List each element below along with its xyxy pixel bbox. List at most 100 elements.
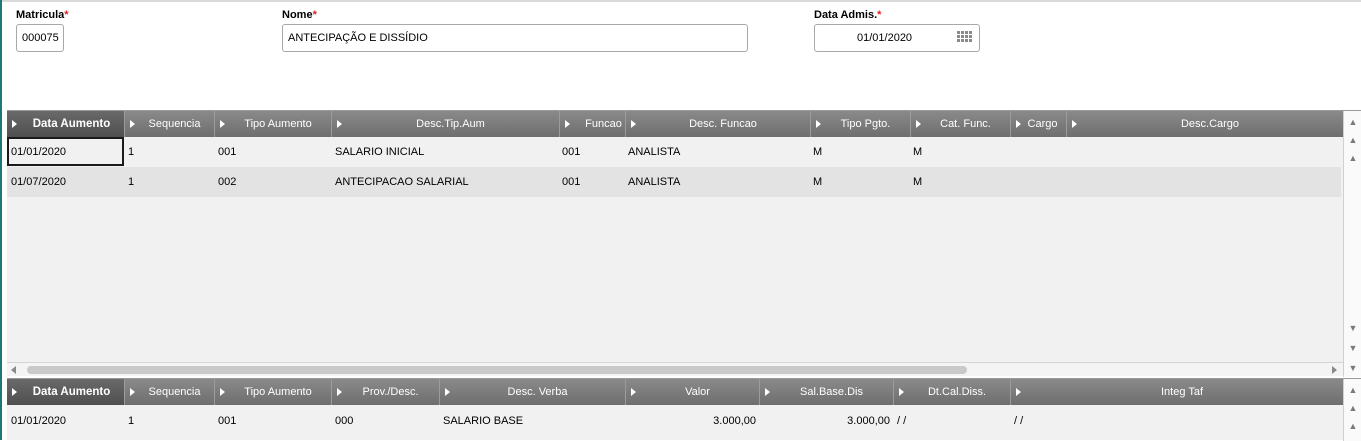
required-mark: *	[312, 9, 317, 21]
table-row[interactable]: 01/01/2020 1 001 000 SALARIO BASE 3.000,…	[7, 406, 1341, 436]
column-arrow-icon	[765, 388, 770, 396]
col-label: Tipo Aumento	[244, 386, 312, 398]
column-arrow-icon	[1016, 388, 1021, 396]
col-label: Prov./Desc.	[362, 386, 419, 398]
scroll-up-icon[interactable]: ▲	[1348, 419, 1358, 433]
cell-desc-tip-aum[interactable]: SALARIO INICIAL	[335, 137, 555, 167]
column-arrow-icon	[1072, 120, 1077, 128]
cell-desc-cargo[interactable]	[1069, 137, 1339, 167]
matricula-label: Matricula*	[16, 9, 69, 21]
col-desc-tip-aum[interactable]: Desc.Tip.Aum	[332, 111, 560, 137]
cell-desc-funcao[interactable]: ANALISTA	[628, 167, 808, 197]
data-admis-label-text: Data Admis.	[814, 9, 878, 21]
matricula-field[interactable]: 000075	[16, 24, 64, 52]
cell-desc-cargo[interactable]	[1069, 167, 1339, 197]
col-label: Desc. Funcao	[689, 118, 757, 130]
vertical-scrollbar[interactable]: ▲ ▲ ▲ ▼ ▼ ▼	[1343, 111, 1361, 377]
nome-field[interactable]: ANTECIPAÇÃO E DISSÍDIO	[282, 24, 748, 52]
col-tipo-aumento[interactable]: Tipo Aumento	[215, 379, 332, 405]
cell-desc-tip-aum[interactable]: ANTECIPACAO SALARIAL	[335, 167, 555, 197]
scroll-bottom-icon[interactable]: ▼	[1348, 361, 1358, 375]
col-desc-cargo[interactable]: Desc.Cargo	[1067, 111, 1343, 137]
verbas-grid: Data Aumento Sequencia Tipo Aumento Prov…	[7, 378, 1361, 441]
col-desc-verba[interactable]: Desc. Verba	[440, 379, 626, 405]
column-arrow-icon	[220, 388, 225, 396]
scroll-left-icon[interactable]	[11, 366, 16, 374]
cell-funcao[interactable]: 001	[562, 137, 622, 167]
vertical-scrollbar[interactable]: ▲ ▲ ▲	[1343, 379, 1361, 441]
cell-tipo-pgto[interactable]: M	[813, 167, 903, 197]
horizontal-scrollbar[interactable]	[7, 362, 1343, 376]
scroll-page-up-icon[interactable]: ▲	[1348, 401, 1358, 415]
cell-data-aumento[interactable]: 01/07/2020	[11, 167, 121, 197]
col-label: Sequencia	[148, 118, 201, 130]
cell-cat-func[interactable]: M	[913, 167, 1003, 197]
scroll-right-icon[interactable]	[1332, 366, 1337, 374]
cell-integ-taf[interactable]: / /	[1014, 406, 1134, 436]
scroll-up-icon[interactable]: ▲	[1348, 151, 1358, 165]
col-label: Sal.Base.Dis	[800, 386, 863, 398]
col-dt-cal-diss[interactable]: Dt.Cal.Diss.	[894, 379, 1011, 405]
column-arrow-icon	[220, 120, 225, 128]
cell-cat-func[interactable]: M	[913, 137, 1003, 167]
data-admis-label: Data Admis.*	[814, 9, 881, 21]
cell-sequencia[interactable]: 1	[128, 167, 208, 197]
cell-sequencia[interactable]: 1	[128, 406, 208, 436]
data-admis-field[interactable]: 01/01/2020	[814, 24, 980, 52]
column-arrow-icon	[631, 388, 636, 396]
col-tipo-aumento[interactable]: Tipo Aumento	[215, 111, 332, 137]
col-desc-funcao[interactable]: Desc. Funcao	[626, 111, 811, 137]
cell-desc-verba[interactable]: SALARIO BASE	[443, 406, 623, 436]
cell-tipo-aumento[interactable]: 001	[218, 137, 318, 167]
scroll-thumb[interactable]	[27, 366, 967, 374]
scroll-top-icon[interactable]: ▲	[1348, 115, 1358, 129]
cell-cargo[interactable]	[1013, 167, 1063, 197]
table-row[interactable]: 01/01/2020 1 001 SALARIO INICIAL 001 ANA…	[7, 137, 1341, 167]
top-border	[0, 0, 1361, 2]
col-cargo[interactable]: Cargo	[1011, 111, 1067, 137]
scroll-page-up-icon[interactable]: ▲	[1348, 133, 1358, 147]
column-arrow-icon	[12, 120, 17, 128]
column-arrow-icon	[12, 388, 17, 396]
col-prov-desc[interactable]: Prov./Desc.	[332, 379, 440, 405]
cell-desc-funcao[interactable]: ANALISTA	[628, 137, 808, 167]
cell-data-aumento[interactable]: 01/01/2020	[11, 406, 121, 436]
scroll-top-icon[interactable]: ▲	[1348, 383, 1358, 397]
cell-tipo-pgto[interactable]: M	[813, 137, 903, 167]
col-sequencia[interactable]: Sequencia	[125, 379, 215, 405]
col-cat-func[interactable]: Cat. Func.	[911, 111, 1011, 137]
col-label: Desc. Verba	[507, 386, 568, 398]
table-row[interactable]: 01/07/2020 1 002 ANTECIPACAO SALARIAL 00…	[7, 167, 1341, 197]
cell-funcao[interactable]: 001	[562, 167, 622, 197]
selected-cell-highlight	[7, 137, 124, 166]
matricula-label-text: Matricula	[16, 9, 65, 21]
cell-cargo[interactable]	[1013, 137, 1063, 167]
col-label: Data Aumento	[32, 118, 111, 130]
nome-label: Nome*	[282, 9, 317, 21]
col-funcao[interactable]: Funcao	[560, 111, 626, 137]
col-label: Tipo Pgto.	[840, 118, 891, 130]
col-data-aumento[interactable]: Data Aumento	[7, 379, 125, 405]
calendar-icon[interactable]	[957, 31, 973, 45]
column-arrow-icon	[130, 388, 135, 396]
cell-prov-desc[interactable]: 000	[335, 406, 435, 436]
nome-label-text: Nome	[282, 9, 313, 21]
col-sequencia[interactable]: Sequencia	[125, 111, 215, 137]
cell-sal-base-dis[interactable]: 3.000,00	[760, 406, 890, 436]
scroll-down-icon[interactable]: ▼	[1348, 321, 1358, 335]
cell-valor[interactable]: 3.000,00	[626, 406, 756, 436]
cell-dt-cal-diss[interactable]: / /	[897, 406, 1007, 436]
col-data-aumento[interactable]: Data Aumento	[7, 111, 125, 137]
col-label: Desc.Cargo	[1180, 118, 1240, 130]
col-label: Valor	[685, 386, 710, 398]
required-mark: *	[877, 9, 882, 21]
col-tipo-pgto[interactable]: Tipo Pgto.	[811, 111, 911, 137]
col-sal-base-dis[interactable]: Sal.Base.Dis	[760, 379, 894, 405]
col-label: Integ Taf	[1161, 386, 1203, 398]
cell-tipo-aumento[interactable]: 001	[218, 406, 318, 436]
col-integ-taf[interactable]: Integ Taf	[1011, 379, 1343, 405]
scroll-page-down-icon[interactable]: ▼	[1348, 341, 1358, 355]
cell-sequencia[interactable]: 1	[128, 137, 208, 167]
cell-tipo-aumento[interactable]: 002	[218, 167, 318, 197]
col-valor[interactable]: Valor	[626, 379, 760, 405]
